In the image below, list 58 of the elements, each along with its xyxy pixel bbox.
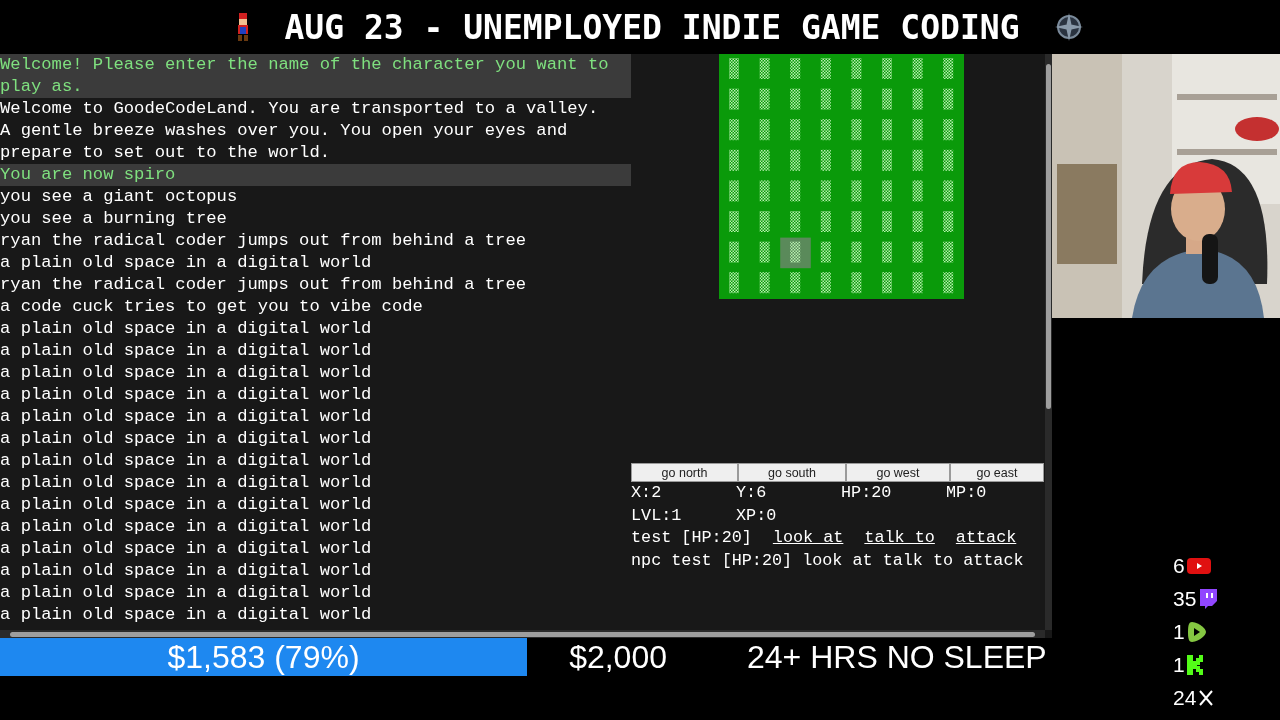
- direction-button[interactable]: go north: [631, 463, 738, 482]
- system-message: Welcome! Please enter the name of the character you want to play as.: [0, 54, 631, 98]
- action-link[interactable]: attack: [963, 549, 1024, 572]
- kick-icon: [1186, 654, 1203, 675]
- direction-button[interactable]: go west: [846, 463, 950, 482]
- log-line: a plain old space in a digital world: [0, 428, 373, 450]
- log-line: ryan the radical coder jumps out from behind a tree: [0, 274, 528, 296]
- stat-label: MP:0: [946, 482, 988, 504]
- log-line: a plain old space in a digital world: [0, 516, 373, 538]
- viewer-count: 24: [1173, 685, 1197, 710]
- x-icon: [1198, 689, 1215, 706]
- log-line: you see a burning tree: [0, 208, 228, 230]
- action-link[interactable]: talk to: [882, 549, 954, 572]
- viewer-count: 35: [1173, 586, 1197, 611]
- youtube-icon: [1186, 557, 1211, 574]
- log-line: a plain old space in a digital world: [0, 340, 373, 362]
- log-line: Welcome to GoodeCodeLand. You are transported to a valley. A gentle breeze washes over you. You open your eyes and prepare to set out to the world.: [0, 98, 600, 164]
- log-line: a plain old space in a digital world: [0, 582, 373, 604]
- tagline: 24+ HRS NO SLEEP: [747, 638, 1047, 676]
- stream-title: AUG 23 - UNEMPLOYED INDIE GAME CODING: [284, 7, 1020, 47]
- action-link[interactable]: look at: [802, 549, 873, 572]
- entity-name: npc test [HP:20]: [631, 549, 793, 572]
- action-link[interactable]: talk to: [864, 527, 935, 550]
- stat-label: LVL:1: [631, 504, 683, 527]
- stat-label: XP:0: [736, 504, 778, 527]
- log-line: a plain old space in a digital world: [0, 494, 373, 516]
- stat-label: HP:20: [841, 482, 893, 504]
- pixel-figure-icon: [236, 13, 251, 41]
- log-line: a plain old space in a digital world: [0, 604, 373, 626]
- viewer-count: 1: [1173, 652, 1185, 677]
- goal-target: $2,000: [569, 638, 667, 676]
- direction-button[interactable]: go east: [950, 463, 1044, 482]
- twitch-icon: [1198, 587, 1219, 610]
- log-line: a plain old space in a digital world: [0, 252, 373, 274]
- viewer-count: 1: [1173, 619, 1185, 644]
- log-line: a plain old space in a digital world: [0, 538, 373, 560]
- viewer-count: 6: [1173, 553, 1185, 578]
- log-line: a plain old space in a digital world: [0, 384, 373, 406]
- goal-raised: $1,583 (79%): [166, 638, 361, 676]
- action-link[interactable]: attack: [955, 527, 1017, 550]
- log-line: a plain old space in a digital world: [0, 362, 373, 384]
- log-line: a plain old space in a digital world: [0, 450, 373, 472]
- entity-name: test [HP:20]: [631, 527, 752, 549]
- log-line: a plain old space in a digital world: [0, 560, 373, 582]
- stat-label: Y:6: [736, 482, 768, 504]
- log-line: a plain old space in a digital world: [0, 318, 373, 340]
- system-message: You are now spiro: [0, 164, 631, 186]
- rumble-icon: [1186, 620, 1207, 643]
- log-line: a code cuck tries to get you to vibe code: [0, 296, 424, 318]
- log-line: a plain old space in a digital world: [0, 406, 373, 428]
- vertical-scrollbar[interactable]: [1045, 54, 1052, 630]
- action-link[interactable]: look at: [772, 527, 844, 550]
- stat-label: X:2: [631, 482, 663, 504]
- log-line: ryan the radical coder jumps out from behind a tree: [0, 230, 528, 252]
- log-line: you see a giant octopus: [0, 186, 239, 208]
- log-line: a plain old space in a digital world: [0, 472, 373, 494]
- direction-button[interactable]: go south: [738, 463, 846, 482]
- horizontal-scrollbar[interactable]: [0, 630, 1045, 638]
